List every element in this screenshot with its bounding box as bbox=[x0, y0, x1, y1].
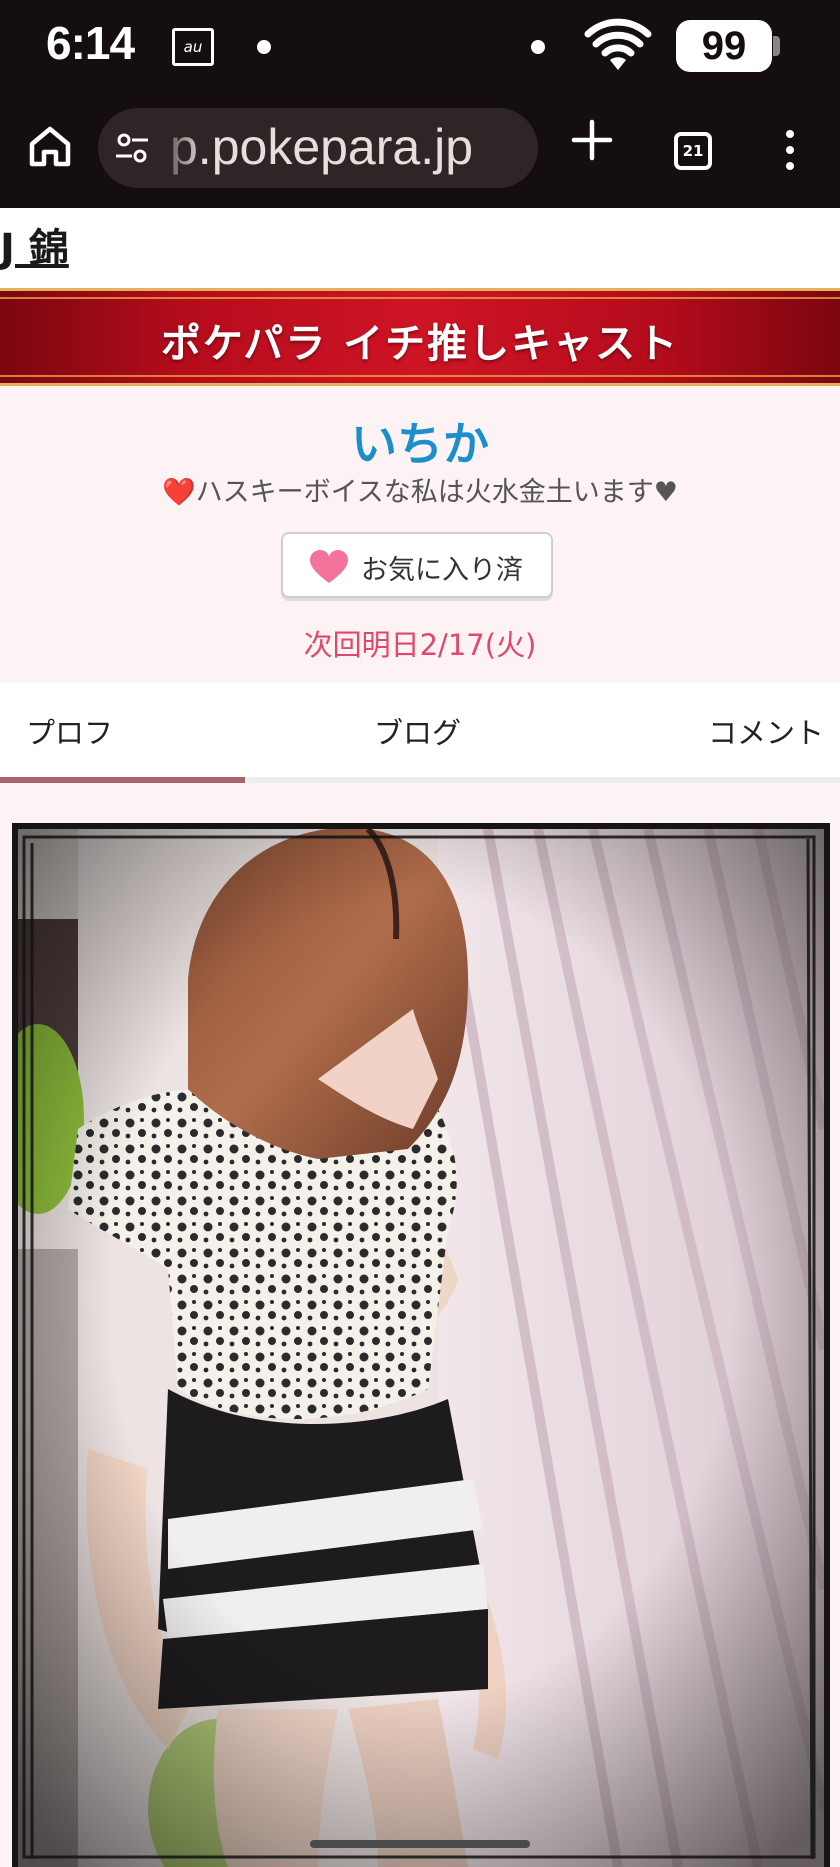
more-menu-icon[interactable] bbox=[778, 130, 802, 174]
tab-switcher-button[interactable]: 21 bbox=[674, 132, 712, 170]
gesture-bar[interactable] bbox=[310, 1840, 530, 1848]
profile-tabs: プロフ ブログ コメント bbox=[0, 682, 840, 780]
battery-tip bbox=[773, 36, 780, 56]
new-tab-icon[interactable] bbox=[570, 118, 614, 162]
next-schedule: 次回明日2/17(火) bbox=[303, 628, 537, 662]
heart-emoji-icon: ❤️ bbox=[161, 477, 196, 508]
tab-blog[interactable]: ブログ bbox=[374, 710, 461, 752]
browser-toolbar: p.pokepara.jp 21 bbox=[0, 90, 840, 208]
clock: 6:14 bbox=[46, 17, 135, 69]
heart-icon bbox=[310, 550, 348, 583]
notification-dot-icon bbox=[531, 40, 545, 54]
status-bar: 6:14 au 99 bbox=[0, 0, 840, 90]
notification-dot-icon bbox=[257, 40, 271, 54]
au-icon: au bbox=[172, 28, 214, 66]
cast-photo-illustration bbox=[18, 829, 824, 1867]
url-text[interactable]: p.pokepara.jp bbox=[170, 118, 473, 176]
url-fade bbox=[154, 108, 204, 188]
battery-icon: 99 bbox=[676, 20, 772, 72]
wifi-icon bbox=[584, 18, 652, 70]
tab-comment[interactable]: コメント bbox=[708, 710, 824, 752]
cast-photo[interactable] bbox=[12, 823, 830, 1867]
photo-area bbox=[0, 783, 840, 1867]
cast-name[interactable]: いちか bbox=[0, 408, 840, 474]
cast-info: いちか ❤️ハスキーボイスな私は火水金土います♥ お気に入り済 次回明日2/17… bbox=[0, 386, 840, 682]
home-icon[interactable] bbox=[24, 120, 76, 172]
favorite-button-label: お気に入り済 bbox=[361, 555, 523, 586]
cast-comment: ❤️ハスキーボイスな私は火水金土います♥ bbox=[0, 470, 840, 509]
favorite-button[interactable]: お気に入り済 bbox=[281, 532, 553, 598]
address-bar[interactable]: p.pokepara.jp bbox=[98, 108, 538, 188]
ichioshi-banner: ポケパラ イチ推しキャスト bbox=[0, 288, 840, 386]
cast-comment-text: ハスキーボイスな私は火水金土います♥ bbox=[195, 477, 679, 508]
tab-profile[interactable]: プロフ bbox=[26, 710, 113, 752]
banner-title: ポケパラ イチ推しキャスト bbox=[160, 321, 680, 367]
site-settings-icon[interactable] bbox=[114, 130, 150, 166]
site-link[interactable]: J 錦 bbox=[0, 216, 69, 274]
